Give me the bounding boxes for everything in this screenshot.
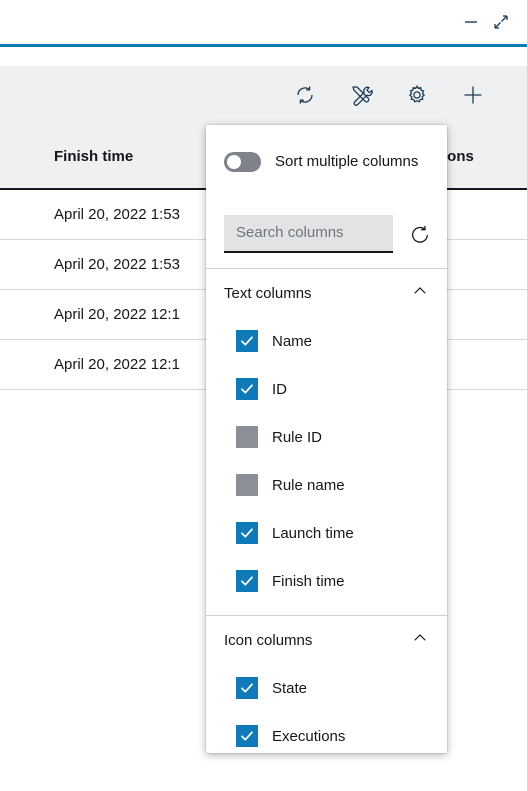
refresh-icon[interactable] <box>292 82 318 108</box>
column-option-label: Launch time <box>272 524 354 542</box>
sort-multiple-columns-toggle[interactable] <box>224 152 261 172</box>
checkbox-icon[interactable] <box>236 330 258 352</box>
column-option-label: State <box>272 679 308 697</box>
checkbox-icon[interactable] <box>236 570 258 592</box>
column-group-title: Text columns <box>224 284 312 302</box>
plus-icon[interactable] <box>460 82 486 108</box>
cell-finish-time: April 20, 2022 1:53 <box>54 206 180 223</box>
tools-icon[interactable] <box>348 82 374 108</box>
checkbox-icon[interactable] <box>236 474 258 496</box>
cell-finish-time: April 20, 2022 1:53 <box>54 256 180 273</box>
maximize-restore-icon[interactable] <box>486 7 516 37</box>
search-columns-row <box>206 199 447 269</box>
column-option-row[interactable]: Launch time <box>206 509 447 557</box>
column-option-row[interactable]: Name <box>206 317 447 365</box>
column-group-header[interactable]: Text columns <box>206 269 447 317</box>
column-option-label: Name <box>272 332 313 350</box>
column-option-label: ID <box>272 380 287 398</box>
checkbox-icon[interactable] <box>236 426 258 448</box>
toggle-knob <box>227 155 241 169</box>
minimize-icon[interactable] <box>456 7 486 37</box>
column-option-label: Rule ID <box>272 428 323 446</box>
gear-icon[interactable] <box>404 82 430 108</box>
column-option-label: Executions <box>272 727 346 745</box>
checkbox-icon[interactable] <box>236 725 258 747</box>
sort-multiple-columns-row[interactable]: Sort multiple columns <box>206 125 447 199</box>
column-group-title: Icon columns <box>224 631 313 649</box>
accent-rule <box>0 44 527 47</box>
column-option-row[interactable]: Rule ID <box>206 413 447 461</box>
search-columns-field[interactable] <box>224 214 393 253</box>
reset-icon[interactable] <box>407 221 433 247</box>
column-option-row[interactable]: Finish time <box>206 557 447 605</box>
chevron-up-icon[interactable] <box>411 629 429 652</box>
chevron-up-icon[interactable] <box>411 282 429 305</box>
checkbox-icon[interactable] <box>236 378 258 400</box>
search-input[interactable] <box>236 224 381 241</box>
column-option-label: Finish time <box>272 572 345 590</box>
application-window: Finish time tions April 20, 2022 1:53 Apr… <box>0 0 528 791</box>
checkbox-icon[interactable] <box>236 677 258 699</box>
column-option-label: Rule name <box>272 476 345 494</box>
column-header-finish-time[interactable]: Finish time <box>54 148 133 165</box>
cell-finish-time: April 20, 2022 12:1 <box>54 356 180 373</box>
column-group-header[interactable]: Icon columns <box>206 616 447 664</box>
column-option-row[interactable]: State <box>206 664 447 712</box>
column-option-row[interactable]: ID <box>206 365 447 413</box>
column-groups: Text columns Name ID Rule ID Rule name Launch… <box>206 269 447 753</box>
column-option-row[interactable]: Rule name <box>206 461 447 509</box>
column-chooser-popup: Sort multiple columns Text columns Name ID… <box>206 125 447 753</box>
cell-finish-time: April 20, 2022 12:1 <box>54 306 180 323</box>
checkbox-icon[interactable] <box>236 522 258 544</box>
column-option-row[interactable]: Executions <box>206 712 447 753</box>
sort-multiple-columns-label: Sort multiple columns <box>275 152 419 170</box>
window-titlebar <box>0 0 527 44</box>
table-toolbar <box>0 66 527 124</box>
